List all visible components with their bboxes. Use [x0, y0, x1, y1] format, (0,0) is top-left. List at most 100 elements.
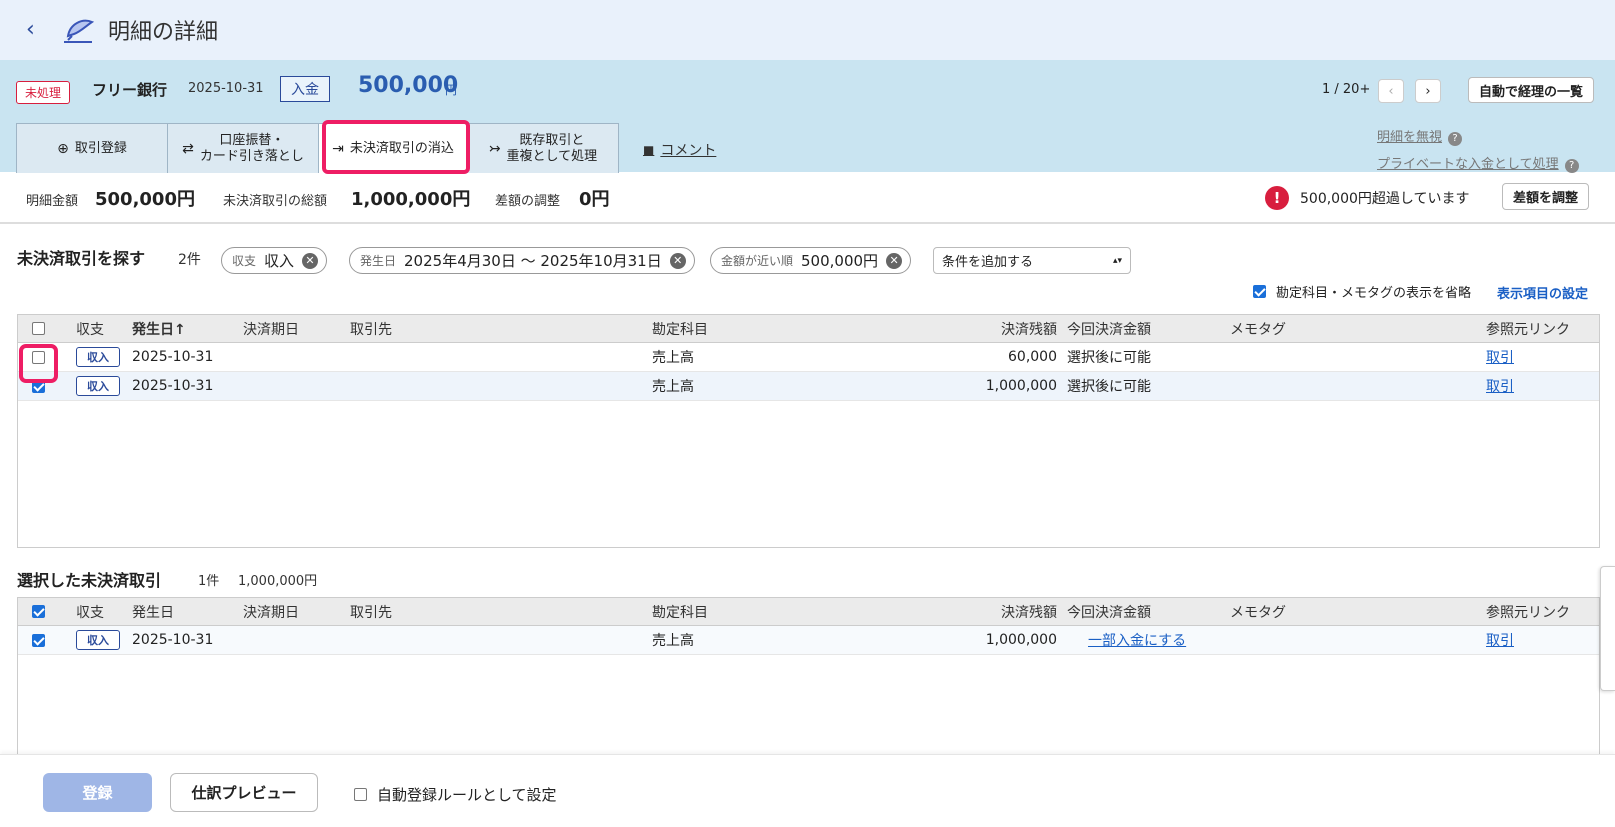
row-date: 2025-10-31 [132, 349, 214, 365]
omit-account-memo-toggle[interactable]: 勘定科目・メモタグの表示を省略 [1253, 282, 1471, 301]
select-all-checkbox[interactable] [32, 322, 45, 335]
pager-text: 1 / 20+ [1322, 82, 1371, 97]
col-balance: 決済残額 [1001, 321, 1057, 338]
chevron-right-icon: › [1425, 83, 1431, 99]
row-date: 2025-10-31 [132, 632, 214, 648]
pager-next-button[interactable]: › [1415, 79, 1441, 103]
col-memo: メモタグ [1230, 321, 1286, 338]
unsettled-total-value: 1,000,000円 [351, 189, 471, 210]
back-chevron-icon[interactable]: ‹ [26, 19, 40, 41]
clear-icon[interactable]: ✕ [886, 252, 903, 269]
private-deposit-link[interactable]: プライベートな入金として処理? [1377, 153, 1579, 173]
col-ref: 参照元リンク [1486, 604, 1570, 621]
register-button[interactable]: 登録 [43, 773, 152, 812]
row-date: 2025-10-31 [132, 378, 214, 394]
help-icon[interactable]: ? [1448, 132, 1463, 146]
row-checkbox[interactable] [32, 633, 45, 647]
diff-label: 差額の調整 [495, 194, 561, 209]
diff-value: 0円 [579, 189, 610, 210]
selected-count: 1件 [198, 574, 220, 589]
merge-icon: ⇥ [332, 140, 344, 157]
adjust-diff-button[interactable]: 差額を調整 [1502, 183, 1590, 210]
search-count: 2件 [178, 252, 201, 268]
tab-duplicate-label: 既存取引と 重複として処理 [506, 132, 598, 164]
col-this-amount: 今回決済金額 [1067, 604, 1151, 621]
tab-register-label: 取引登録 [74, 140, 127, 156]
kind-badge: 収入 [76, 630, 120, 650]
display-settings-link[interactable]: 表示項目の設定 [1497, 283, 1588, 302]
omit-checkbox[interactable] [1253, 285, 1266, 298]
table-row[interactable]: 収入 2025-10-31 売上高 1,000,000 選択後に可能 取引 [18, 372, 1599, 401]
col-account: 勘定科目 [652, 604, 708, 621]
table-row[interactable]: 収入 2025-10-31 売上高 60,000 選択後に可能 取引 [18, 343, 1599, 372]
chevron-left-icon: ‹ [1388, 83, 1394, 99]
ref-link[interactable]: 取引 [1486, 376, 1514, 396]
journal-preview-button[interactable]: 仕訳プレビュー [170, 773, 318, 812]
search-section-title: 未決済取引を探す [17, 249, 146, 268]
table-header: 収支 発生日 決済期日 取引先 勘定科目 決済残額 今回決済金額 メモタグ 参照… [18, 598, 1599, 626]
selected-table: 収支 発生日 決済期日 取引先 勘定科目 決済残額 今回決済金額 メモタグ 参照… [17, 597, 1600, 757]
row-balance: 1,000,000 [985, 378, 1057, 394]
col-this-amount: 今回決済金額 [1067, 321, 1151, 338]
row-checkbox[interactable] [32, 379, 45, 393]
tab-register[interactable]: ⊕ 取引登録 [16, 123, 168, 173]
transaction-date: 2025-10-31 [188, 81, 264, 96]
col-partner: 取引先 [350, 604, 392, 621]
help-icon[interactable]: ? [1564, 159, 1579, 173]
auto-list-button[interactable]: 自動で経理の一覧 [1468, 77, 1595, 103]
side-panel-tab[interactable] [1600, 566, 1615, 691]
row-balance: 60,000 [1008, 349, 1057, 365]
ref-link[interactable]: 取引 [1486, 347, 1514, 367]
col-due: 決済期日 [243, 604, 299, 621]
duplicate-arrow-icon: ↣ [488, 140, 501, 157]
status-badge: 未処理 [16, 81, 71, 104]
amount-unit: 円 [445, 83, 458, 97]
auto-rule-toggle[interactable]: 自動登録ルールとして設定 [354, 784, 557, 805]
filter-chip-date[interactable]: 発生日 2025年4月30日 〜 2025年10月31日 ✕ [349, 247, 695, 274]
col-kind: 収支 [76, 321, 104, 338]
table-header: 収支 発生日↑ 決済期日 取引先 勘定科目 決済残額 今回決済金額 メモタグ 参… [18, 315, 1599, 343]
plus-circle-icon: ⊕ [57, 140, 69, 157]
transfer-arrows-icon: ⇄ [182, 140, 194, 157]
comment-link[interactable]: ■ コメント [643, 140, 716, 160]
footer-bar: 登録 仕訳プレビュー 自動登録ルールとして設定 [0, 754, 1615, 827]
filter-chip-kind[interactable]: 収支 収入 ✕ [221, 247, 328, 274]
tab-reconcile-label: 未決済取引の消込 [349, 140, 454, 156]
partial-payment-link[interactable]: 一部入金にする [1088, 630, 1186, 650]
tab-duplicate[interactable]: ↣ 既存取引と 重複として処理 [467, 123, 619, 173]
pager-prev-button[interactable]: ‹ [1378, 79, 1404, 103]
col-due: 決済期日 [243, 321, 299, 338]
tab-reconcile[interactable]: ⇥ 未決済取引の消込 [318, 123, 468, 173]
row-this-amount: 選択後に可能 [1067, 379, 1151, 395]
col-date-sorted[interactable]: 発生日↑ [132, 315, 186, 342]
clear-icon[interactable]: ✕ [302, 252, 319, 269]
ignore-statement-link[interactable]: 明細を無視? [1377, 126, 1463, 146]
unsettled-total-label: 未決済取引の総額 [223, 194, 328, 209]
kind-badge: 収入 [76, 376, 120, 396]
col-partner: 取引先 [350, 321, 392, 338]
filter-chip-amount[interactable]: 金額が近い順 500,000円 ✕ [710, 247, 912, 274]
selected-total: 1,000,000円 [238, 574, 318, 589]
selected-section-title: 選択した未決済取引 [17, 571, 162, 590]
transaction-amount: 500,000 [358, 73, 459, 98]
tab-transfer[interactable]: ⇄ 口座振替・ カード引き落とし [167, 123, 319, 173]
clear-icon[interactable]: ✕ [669, 252, 686, 269]
search-results-table: 収支 発生日↑ 決済期日 取引先 勘定科目 決済残額 今回決済金額 メモタグ 参… [17, 314, 1600, 548]
alert-text: 500,000円超過しています [1300, 191, 1470, 207]
table-row[interactable]: 収入 2025-10-31 売上高 1,000,000 一部入金にする 取引 [18, 626, 1599, 655]
col-balance: 決済残額 [1001, 604, 1057, 621]
row-checkbox[interactable] [32, 350, 45, 364]
comment-icon: ■ [643, 143, 655, 157]
auto-rule-checkbox[interactable] [354, 788, 367, 801]
row-account: 売上高 [652, 379, 694, 395]
detail-amount-value: 500,000円 [95, 189, 195, 210]
ref-link[interactable]: 取引 [1486, 630, 1514, 650]
page-title: 明細の詳細 [108, 20, 219, 45]
bank-name: フリー銀行 [92, 81, 168, 99]
select-all-checkbox[interactable] [32, 605, 45, 618]
comment-label: コメント [660, 143, 717, 159]
detail-amount-label: 明細金額 [26, 194, 79, 209]
add-condition-select[interactable]: 条件を追加する ▴▾ [933, 247, 1131, 274]
col-ref: 参照元リンク [1486, 321, 1570, 338]
transaction-type: 入金 [280, 76, 330, 102]
